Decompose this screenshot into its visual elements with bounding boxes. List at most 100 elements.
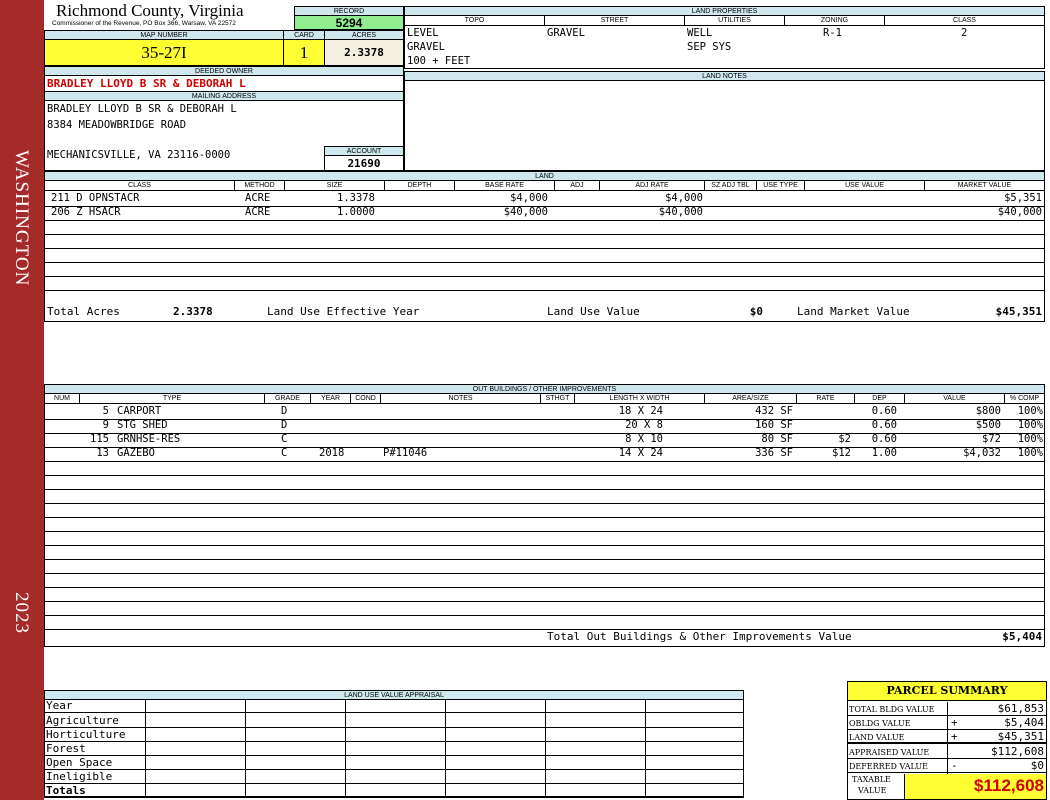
land-class: 211 D OPNSTACR (51, 192, 140, 204)
row-rule (45, 531, 1044, 532)
column-rule (645, 699, 646, 796)
row-rule (45, 489, 1044, 490)
row-rule (45, 545, 1044, 546)
ob-length-width: 8 X 10 (625, 433, 663, 445)
land-properties-header: TOPO STREET UTILITIES ZONING CLASS (405, 16, 1044, 26)
ob-value: $500 (975, 419, 1001, 431)
luva-row-totals: Totals (46, 784, 86, 797)
appraised-label: APPRAISED VALUE (849, 748, 930, 757)
ob-length-width: 14 X 24 (618, 447, 663, 459)
land-col-sz-adj: SZ ADJ TBL (705, 181, 757, 190)
ob-col-year: YEAR (311, 394, 351, 403)
land-col-class: CLASS (45, 181, 235, 190)
class-value: 2 (961, 27, 968, 39)
record-number: 5294 (294, 15, 404, 30)
outbuilding-row: 9 STG SHED D 20 X 8 160 SF 0.60 $500 100… (45, 419, 1044, 433)
card-number: 1 (283, 39, 325, 66)
ob-grade: D (281, 405, 288, 417)
commissioner-address: Commissioner of the Revenue, PO Box 366,… (52, 20, 236, 27)
land-use-appraisal-grid: Year Agriculture Horticulture Forest Ope… (44, 699, 744, 798)
luva-row-year: Year (46, 699, 73, 712)
sidebar: WASHINGTON 2023 (0, 0, 44, 800)
row-rule (45, 573, 1044, 574)
land-adj-rate: $4,000 (665, 192, 703, 204)
ob-comp: 100% (1017, 405, 1043, 417)
land-totals-row: Total Acres 2.3378 Land Use Effective Ye… (45, 304, 1044, 321)
land-use-value: $0 (749, 305, 763, 318)
ob-grade: C (281, 433, 288, 445)
row-rule (45, 517, 1044, 518)
ob-num: 5 (102, 405, 109, 417)
ob-value: $72 (982, 433, 1001, 445)
ob-col-length-width: LENGTH X WIDTH (575, 394, 705, 403)
topo-3: 100 + FEET (407, 55, 471, 67)
land-use-effective-year-label: Land Use Effective Year (267, 305, 420, 318)
row-rule (45, 712, 743, 713)
land-base-rate: $40,000 (503, 206, 548, 218)
ob-length-width: 18 X 24 (618, 405, 663, 417)
ob-comp: 100% (1017, 447, 1043, 459)
outbuilding-row: 5 CARPORT D 18 X 24 432 SF 0.60 $800 100… (45, 405, 1044, 419)
ob-rate: $2 (838, 433, 851, 445)
land-properties-box: TOPO STREET UTILITIES ZONING CLASS LEVEL… (404, 15, 1045, 69)
total-acres-label: Total Acres (47, 305, 120, 318)
taxable-value: $112,608 (904, 774, 1046, 799)
col-utilities: UTILITIES (685, 16, 785, 25)
land-row: 211 D OPNSTACR ACRE 1.3378 $4,000 $4,000… (45, 192, 1044, 206)
row-rule (45, 276, 1044, 277)
parcel-summary-title: PARCEL SUMMARY (848, 682, 1046, 701)
total-bldg-value: $61,853 (997, 702, 1044, 715)
land-sign: + (951, 730, 958, 743)
taxable-label-2: VALUE (858, 786, 887, 795)
outbuildings-table: NUM TYPE GRADE YEAR COND NOTES STHGT LEN… (44, 393, 1045, 647)
mailing-line-2: 8384 MEADOWBRIDGE ROAD (47, 119, 187, 131)
summary-row-taxable: TAXABLE VALUE $112,608 (848, 774, 1046, 799)
col-zoning: ZONING (785, 16, 885, 25)
row-rule (45, 475, 1044, 476)
column-rule (245, 699, 246, 796)
ob-col-dep: DEP (855, 394, 905, 403)
ob-num: 13 (96, 447, 109, 459)
ob-col-rate: RATE (797, 394, 855, 403)
land-value-label: LAND VALUE (849, 733, 905, 742)
ob-dep: 0.60 (871, 405, 897, 417)
deeded-owner-box: BRADLEY LLOYD B SR & DEBORAH L (44, 75, 404, 92)
ob-value: $4,032 (963, 447, 1001, 459)
luva-row-horticulture: Horticulture (46, 728, 126, 741)
land-method: ACRE (245, 192, 271, 204)
ob-area: 336 SF (755, 447, 793, 459)
outbuildings-total-value: $5,404 (1002, 630, 1042, 643)
ob-value: $800 (975, 405, 1001, 417)
ob-col-type: TYPE (80, 394, 265, 403)
deferred-value: $0 (1030, 759, 1044, 772)
ob-col-num: NUM (45, 394, 80, 403)
ob-col-value: VALUE (905, 394, 1005, 403)
land-value-summary: $45,351 (997, 730, 1044, 743)
ob-grade: C (281, 447, 288, 459)
row-rule (45, 220, 1044, 221)
ob-length-width: 20 X 8 (625, 419, 663, 431)
row-rule (45, 559, 1044, 560)
luva-row-forest: Forest (46, 742, 86, 755)
ob-comp: 100% (1017, 433, 1043, 445)
district-name: WASHINGTON (11, 150, 32, 287)
land-row: 206 Z HSACR ACRE 1.0000 $40,000 $40,000 … (45, 206, 1044, 220)
land-col-use-value: USE VALUE (805, 181, 925, 190)
utility-2: SEP SYS (687, 41, 732, 53)
tax-year: 2023 (11, 592, 32, 634)
outbuildings-total-label: Total Out Buildings & Other Improvements… (547, 630, 852, 643)
taxable-label-1: TAXABLE (852, 775, 891, 784)
row-rule (45, 461, 1044, 462)
luva-row-agriculture: Agriculture (46, 714, 119, 727)
ob-area: 80 SF (761, 433, 793, 445)
ob-grade: D (281, 419, 288, 431)
land-col-size: SIZE (285, 181, 385, 190)
row-rule (45, 629, 1044, 630)
row-rule (45, 769, 743, 770)
ob-notes: P#11046 (383, 447, 428, 459)
row-rule (45, 601, 1044, 602)
row-rule (45, 615, 1044, 616)
row-rule (45, 248, 1044, 249)
col-street: STREET (545, 16, 685, 25)
land-use-value-label: Land Use Value (547, 305, 640, 318)
